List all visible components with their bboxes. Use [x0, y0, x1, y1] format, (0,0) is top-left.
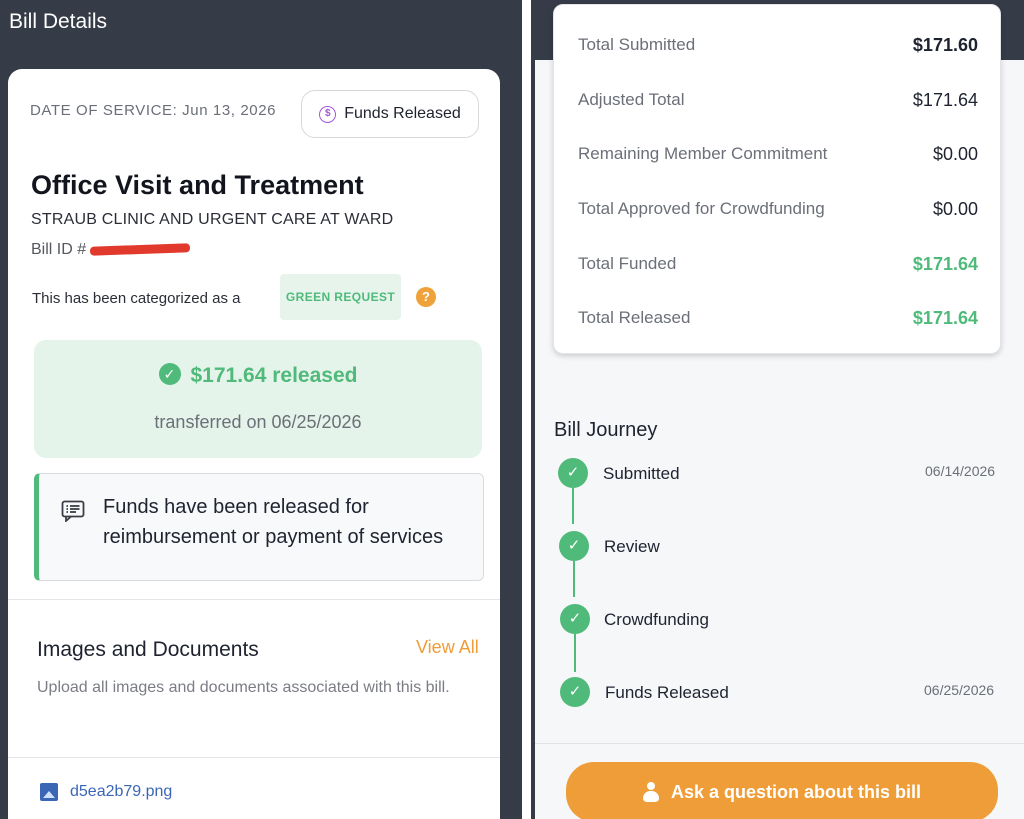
release-amount: $171.64 released [190, 364, 358, 387]
check-circle-icon: ✓ [559, 531, 589, 561]
documents-title: Images and Documents [37, 638, 259, 661]
ask-question-button[interactable]: Ask a question about this bill [566, 762, 998, 819]
journey-step-date: 06/14/2026 [925, 463, 996, 479]
summary-label: Remaining Member Commitment [578, 144, 828, 163]
help-icon[interactable]: ? [416, 287, 436, 307]
journey-connector [574, 634, 576, 672]
release-box: ✓ $171.64 released transferred on 06/25/2… [34, 340, 482, 458]
check-circle-icon: ✓ [560, 677, 590, 707]
documents-subtitle: Upload all images and documents associat… [37, 679, 450, 696]
journey-step-date: 06/25/2026 [924, 682, 995, 698]
summary-value: $171.60 [912, 34, 978, 55]
release-date: transferred on 06/25/2026 [154, 412, 362, 432]
summary-row: Remaining Member Commitment $0.00 [578, 139, 978, 169]
category-text: This has been categorized as a [32, 290, 241, 307]
status-pill: $ Funds Released [301, 90, 479, 138]
summary-card: Total Submitted $171.60 Adjusted Total $… [553, 4, 1001, 354]
journey-step-label: Crowdfunding [604, 610, 709, 629]
summary-label: Total Approved for Crowdfunding [578, 199, 825, 218]
journey-step-label: Review [604, 537, 660, 556]
bill-card: DATE OF SERVICE: Jun 13, 2026 $ Funds Re… [8, 69, 500, 819]
view-all-link[interactable]: View All [416, 637, 479, 658]
visit-title: Office Visit and Treatment [31, 170, 364, 200]
redaction-mark [89, 243, 191, 257]
check-circle-icon: ✓ [558, 458, 588, 488]
summary-row: Total Approved for Crowdfunding $0.00 [578, 194, 978, 224]
journey-step-label: Submitted [603, 464, 680, 483]
file-item[interactable]: d5ea2b79.png [40, 783, 172, 801]
summary-row: Total Submitted $171.60 [578, 30, 978, 60]
bill-details-panel: Bill Details DATE OF SERVICE: Jun 13, 20… [0, 0, 522, 819]
summary-value: $0.00 [932, 198, 978, 219]
summary-row: Total Funded $171.64 [578, 249, 978, 279]
message-icon [61, 500, 85, 522]
summary-value: $0.00 [932, 143, 978, 164]
divider [8, 757, 500, 758]
journey-connector [573, 561, 575, 597]
image-file-icon [40, 783, 58, 801]
journey-step-label: Funds Released [605, 683, 729, 702]
bill-id: Bill ID # [31, 241, 191, 259]
summary-value: $171.64 [912, 307, 978, 328]
summary-row: Adjusted Total $171.64 [578, 85, 978, 115]
ask-question-label: Ask a question about this bill [670, 781, 922, 802]
dollar-circle-icon: $ [319, 105, 337, 123]
date-of-service: DATE OF SERVICE: Jun 13, 2026 [30, 102, 277, 119]
summary-label: Adjusted Total [578, 90, 685, 109]
journey-title: Bill Journey [554, 419, 658, 441]
journey-connector [572, 488, 574, 524]
clinic-name: STRAUB CLINIC AND URGENT CARE AT WARD [31, 211, 394, 228]
divider [8, 599, 500, 600]
status-pill-label: Funds Released [344, 105, 461, 122]
summary-label: Total Released [578, 308, 691, 327]
summary-label: Total Funded [578, 254, 677, 273]
release-amount-row: ✓ $171.64 released [34, 363, 482, 388]
notice-text: Funds have been released for reimburseme… [103, 496, 444, 548]
check-circle-icon: ✓ [560, 604, 590, 634]
summary-value: $171.64 [912, 89, 978, 110]
release-notice: Funds have been released for reimburseme… [34, 473, 484, 581]
bill-summary-panel: Total Submitted $171.60 Adjusted Total $… [531, 0, 1024, 819]
file-name[interactable]: d5ea2b79.png [70, 783, 172, 801]
panel-separator [522, 0, 531, 819]
person-icon [642, 782, 659, 802]
check-circle-icon: ✓ [158, 363, 181, 386]
panel-title: Bill Details [9, 10, 108, 33]
summary-row: Total Released $171.64 [578, 303, 978, 333]
bill-id-label: Bill ID # [31, 241, 87, 258]
summary-label: Total Submitted [578, 35, 696, 54]
summary-value: $171.64 [912, 253, 978, 274]
category-chip: GREEN REQUEST [280, 274, 401, 320]
